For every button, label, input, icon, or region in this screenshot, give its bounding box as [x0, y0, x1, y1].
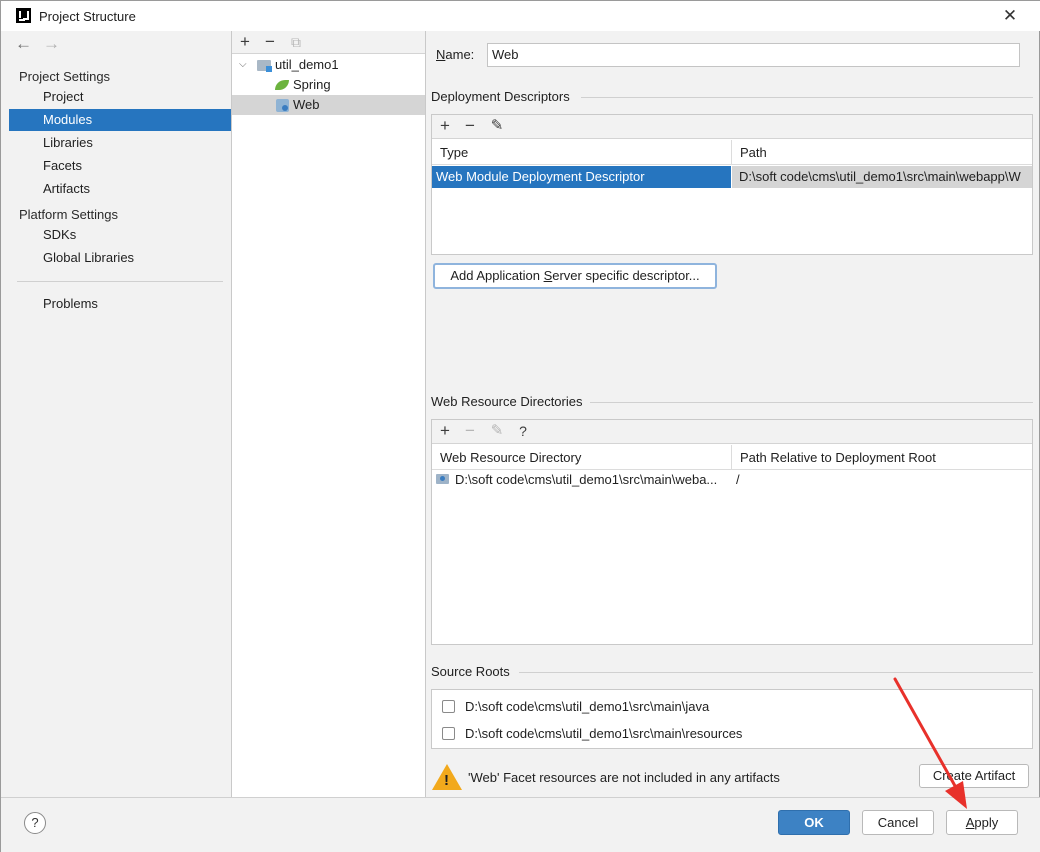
sidebar-item-project[interactable]: Project [9, 86, 231, 108]
add-icon[interactable]: + [435, 421, 455, 441]
add-app-server-descriptor-button[interactable]: Add Application Server specific descript… [433, 263, 717, 289]
dialog-button-bar: ? OK Cancel Apply [1, 797, 1040, 852]
source-root-label[interactable]: D:\soft code\cms\util_demo1\src\main\res… [465, 726, 742, 741]
tree-node-label: Spring [293, 77, 331, 92]
remove-icon[interactable]: − [260, 32, 280, 52]
resource-directory-path: D:\soft code\cms\util_demo1\src\main\web… [455, 472, 718, 487]
tree-node-util-demo1[interactable]: ⌵ util_demo1 [232, 55, 425, 75]
sidebar-divider [17, 281, 223, 282]
help-question-icon[interactable]: ? [513, 421, 533, 441]
intellij-app-icon [16, 8, 31, 23]
warning-exclamation: ! [444, 772, 449, 789]
title-bar: Project Structure ✕ [1, 1, 1040, 31]
resources-toolbar: + − ✎ ? [432, 420, 1032, 444]
chevron-down-icon[interactable]: ⌵ [239, 55, 247, 75]
forward-arrow-icon[interactable]: → [43, 33, 63, 55]
deployment-table-header: Type Path [432, 140, 1032, 165]
name-label: Name: [436, 47, 475, 62]
sidebar-item-sdks[interactable]: SDKs [9, 224, 231, 246]
source-root-label[interactable]: D:\soft code\cms\util_demo1\src\main\jav… [465, 699, 709, 714]
tree-node-label: util_demo1 [275, 57, 339, 72]
tree-node-web[interactable]: Web [232, 95, 425, 115]
column-header-web-resource-directory[interactable]: Web Resource Directory [432, 445, 732, 470]
help-icon[interactable]: ? [24, 812, 46, 834]
sidebar-item-problems[interactable]: Problems [9, 293, 231, 315]
add-icon[interactable]: + [235, 32, 255, 52]
web-facet-icon [276, 99, 289, 112]
web-directory-icon [436, 474, 449, 484]
sidebar-item-artifacts[interactable]: Artifacts [9, 178, 231, 200]
descriptor-path-cell[interactable]: D:\soft code\cms\util_demo1\src\main\web… [732, 166, 1032, 188]
edit-pencil-icon[interactable]: ✎ [487, 421, 507, 441]
table-row[interactable]: Web Module Deployment Descriptor D:\soft… [432, 166, 1032, 188]
copy-icon[interactable]: ⧉ [286, 32, 306, 52]
spring-leaf-icon [275, 80, 289, 90]
web-resource-directories-table: + − ✎ ? Web Resource Directory Path Rela… [431, 419, 1033, 645]
descriptor-type-cell[interactable]: Web Module Deployment Descriptor [432, 166, 731, 188]
remove-icon[interactable]: − [460, 116, 480, 136]
sidebar-item-modules[interactable]: Modules [9, 109, 231, 131]
column-header-path[interactable]: Path [732, 140, 1032, 165]
deployment-descriptors-table: + − ✎ Type Path Web Module Deployment De… [431, 114, 1033, 255]
web-facet-settings: Name: Web Deployment Descriptors + − ✎ T… [426, 31, 1040, 797]
section-divider [581, 97, 1033, 98]
window-title: Project Structure [39, 9, 136, 24]
web-resource-directories-title: Web Resource Directories [431, 394, 583, 409]
source-roots-list: D:\soft code\cms\util_demo1\src\main\jav… [431, 689, 1033, 749]
ok-button[interactable]: OK [778, 810, 850, 835]
resources-table-header: Web Resource Directory Path Relative to … [432, 445, 1032, 470]
source-root-checkbox[interactable] [442, 727, 455, 740]
relative-path-cell[interactable]: / [732, 469, 1032, 491]
tree-node-spring[interactable]: Spring [232, 75, 425, 95]
edit-pencil-icon[interactable]: ✎ [487, 116, 507, 136]
source-roots-title: Source Roots [431, 664, 510, 679]
table-row[interactable]: D:\soft code\cms\util_demo1\src\main\web… [432, 469, 1032, 491]
settings-sidebar: ← → Project Settings Project Modules Lib… [9, 31, 231, 797]
create-artifact-button[interactable]: Create Artifact [919, 764, 1029, 788]
close-icon[interactable]: ✕ [999, 5, 1021, 27]
module-folder-icon [257, 60, 272, 72]
section-divider [590, 402, 1033, 403]
apply-button[interactable]: Apply [946, 810, 1018, 835]
remove-icon[interactable]: − [460, 421, 480, 441]
tree-node-label: Web [293, 97, 320, 112]
add-icon[interactable]: + [435, 116, 455, 136]
sidebar-item-libraries[interactable]: Libraries [9, 132, 231, 154]
warning-message: 'Web' Facet resources are not included i… [468, 770, 780, 785]
tree-toolbar: + − ⧉ [232, 31, 425, 54]
sidebar-item-facets[interactable]: Facets [9, 155, 231, 177]
platform-settings-heading: Platform Settings [19, 207, 118, 222]
source-root-checkbox[interactable] [442, 700, 455, 713]
column-header-type[interactable]: Type [432, 140, 732, 165]
name-field[interactable]: Web [487, 43, 1020, 67]
cancel-button[interactable]: Cancel [862, 810, 934, 835]
project-structure-dialog: Project Structure ✕ ← → Project Settings… [0, 0, 1040, 852]
section-divider [519, 672, 1033, 673]
back-arrow-icon[interactable]: ← [15, 33, 35, 55]
deployment-toolbar: + − ✎ [432, 115, 1032, 139]
resource-directory-cell[interactable]: D:\soft code\cms\util_demo1\src\main\web… [432, 469, 731, 491]
deployment-descriptors-title: Deployment Descriptors [431, 89, 570, 104]
sidebar-item-global-libraries[interactable]: Global Libraries [9, 247, 231, 269]
module-tree-pane: + − ⧉ ⌵ util_demo1 Spring Web [232, 31, 425, 797]
column-header-path-relative[interactable]: Path Relative to Deployment Root [732, 445, 1032, 470]
project-settings-heading: Project Settings [19, 69, 111, 84]
